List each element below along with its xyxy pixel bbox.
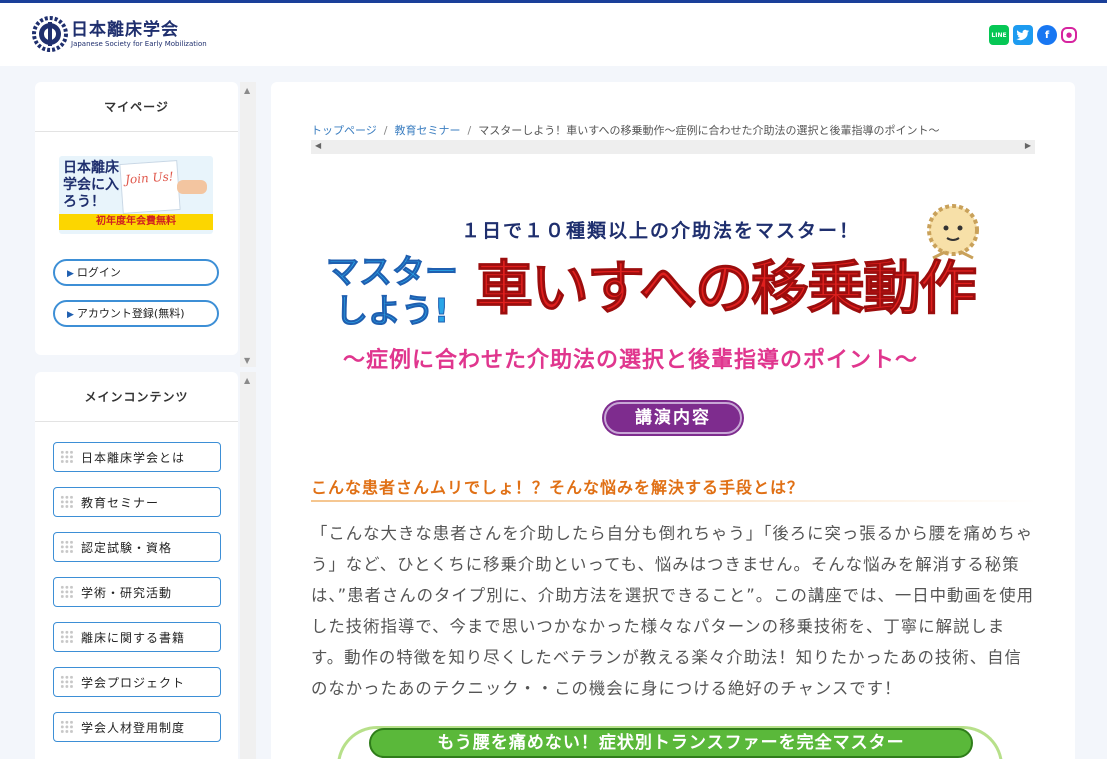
nav-item-talent[interactable]: 学会人材登用制度 xyxy=(53,712,221,742)
join-free-label: 初年度年会費無料 xyxy=(59,214,213,230)
grip-icon xyxy=(60,585,74,599)
facebook-icon[interactable]: f xyxy=(1037,25,1057,45)
line-icon[interactable]: LINE xyxy=(989,25,1009,45)
grip-icon xyxy=(60,450,74,464)
instagram-icon[interactable]: ● xyxy=(1061,27,1077,43)
grip-icon xyxy=(60,630,74,644)
nav-item-seminar[interactable]: 教育セミナー xyxy=(53,487,221,517)
gear-logo-icon xyxy=(32,16,68,52)
breadcrumb: トップページ / 教育セミナー / マスターしよう！車いすへの移乗動作〜症例に合わせた介… xyxy=(311,122,1035,156)
twitter-icon[interactable] xyxy=(1013,25,1033,45)
nav-item-projects[interactable]: 学会プロジェクト xyxy=(53,667,221,697)
breadcrumb-seminar-link[interactable]: 教育セミナー xyxy=(395,124,461,137)
login-button[interactable]: ▶ ログイン xyxy=(53,259,219,286)
play-arrow-icon: ▶ xyxy=(67,310,74,320)
breadcrumb-current: マスターしよう！車いすへの移乗動作〜症例に合わせた介助法の選択と後輩指導のポイン… xyxy=(478,124,940,137)
mypage-title: マイページ xyxy=(35,82,238,132)
scroll-up-icon[interactable]: ▲ xyxy=(244,86,250,95)
scroll-up-icon[interactable]: ▲ xyxy=(244,376,250,385)
nav-item-research[interactable]: 学術・研究活動 xyxy=(53,577,221,607)
gear-mascot-icon xyxy=(927,204,979,260)
nav-item-about[interactable]: 日本離床学会とは xyxy=(53,442,221,472)
join-banner-text: 日本離床学会に入ろう！ xyxy=(63,160,119,210)
scroll-left-icon[interactable]: ◀ xyxy=(315,141,321,150)
social-links: LINE f ● xyxy=(989,25,1077,45)
nav-item-certification[interactable]: 認定試験・資格 xyxy=(53,532,221,562)
grip-icon xyxy=(60,540,74,554)
join-banner[interactable]: 日本離床学会に入ろう！ Join Us! 初年度年会費無料 xyxy=(59,156,213,234)
sidebar-scrollbar-top[interactable]: ▲ ▼ xyxy=(240,82,256,367)
scroll-right-icon[interactable]: ▶ xyxy=(1025,141,1031,150)
hero-subtitle: １日で１０種類以上の介助法をマスター！ xyxy=(461,220,861,242)
register-account-button[interactable]: ▶ アカウント登録(無料) xyxy=(53,300,219,327)
logo-english: Japanese Society for Early Mobilization xyxy=(71,39,207,48)
nav-item-books[interactable]: 離床に関する書籍 xyxy=(53,622,221,652)
pointing-hand-icon xyxy=(177,180,207,194)
sidebar: マイページ 日本離床学会に入ろう！ Join Us! 初年度年会費無料 ▶ ログイ… xyxy=(35,82,256,759)
main-content: トップページ / 教育セミナー / マスターしよう！車いすへの移乗動作〜症例に合わせた介… xyxy=(271,82,1075,759)
play-arrow-icon: ▶ xyxy=(67,269,74,279)
grip-icon xyxy=(60,675,74,689)
hero-master-text: マスター しよう! xyxy=(326,252,459,331)
body-paragraph: 「こんな大きな患者さんを介助したら自分も倒れちゃう」「後ろに突っ張るから腰を痛め… xyxy=(311,524,1034,698)
site-header: 日本離床学会 Japanese Society for Early Mobili… xyxy=(0,0,1107,66)
site-logo[interactable]: 日本離床学会 Japanese Society for Early Mobili… xyxy=(32,16,207,52)
mypage-panel: マイページ 日本離床学会に入ろう！ Join Us! 初年度年会費無料 ▶ ログイ… xyxy=(35,82,238,355)
main-contents-title: メインコンテンツ xyxy=(35,372,238,422)
grip-icon xyxy=(60,720,74,734)
scroll-down-icon[interactable]: ▼ xyxy=(244,356,250,365)
breadcrumb-scrollbar[interactable]: ◀ ▶ xyxy=(311,140,1035,154)
section-heading: こんな患者さんムリでしょ！？そんな悩みを解決する手段とは？ xyxy=(311,474,1035,502)
sidebar-scrollbar-bottom[interactable]: ▲ xyxy=(240,372,256,759)
hero-tagline: 〜症例に合わせた介助法の選択と後輩指導のポイント〜 xyxy=(343,348,919,373)
breadcrumb-home-link[interactable]: トップページ xyxy=(311,124,377,137)
grip-icon xyxy=(60,495,74,509)
hero-banner: １日で１０種類以上の介助法をマスター！ マスター しよう! 車いすへの移乗動作 … xyxy=(311,200,1035,382)
green-banner-title: もう腰を痛めない！症状別トランスファーを完全マスター xyxy=(369,728,973,758)
join-us-card: Join Us! xyxy=(119,160,181,214)
main-contents-panel: メインコンテンツ 日本離床学会とは 教育セミナー 認定試験・資格 学術・研究活動… xyxy=(35,372,238,759)
logo-japanese: 日本離床学会 xyxy=(71,19,179,40)
lecture-content-badge: 講演内容 xyxy=(604,402,742,434)
hero-title: 車いすへの移乗動作 xyxy=(475,254,978,323)
